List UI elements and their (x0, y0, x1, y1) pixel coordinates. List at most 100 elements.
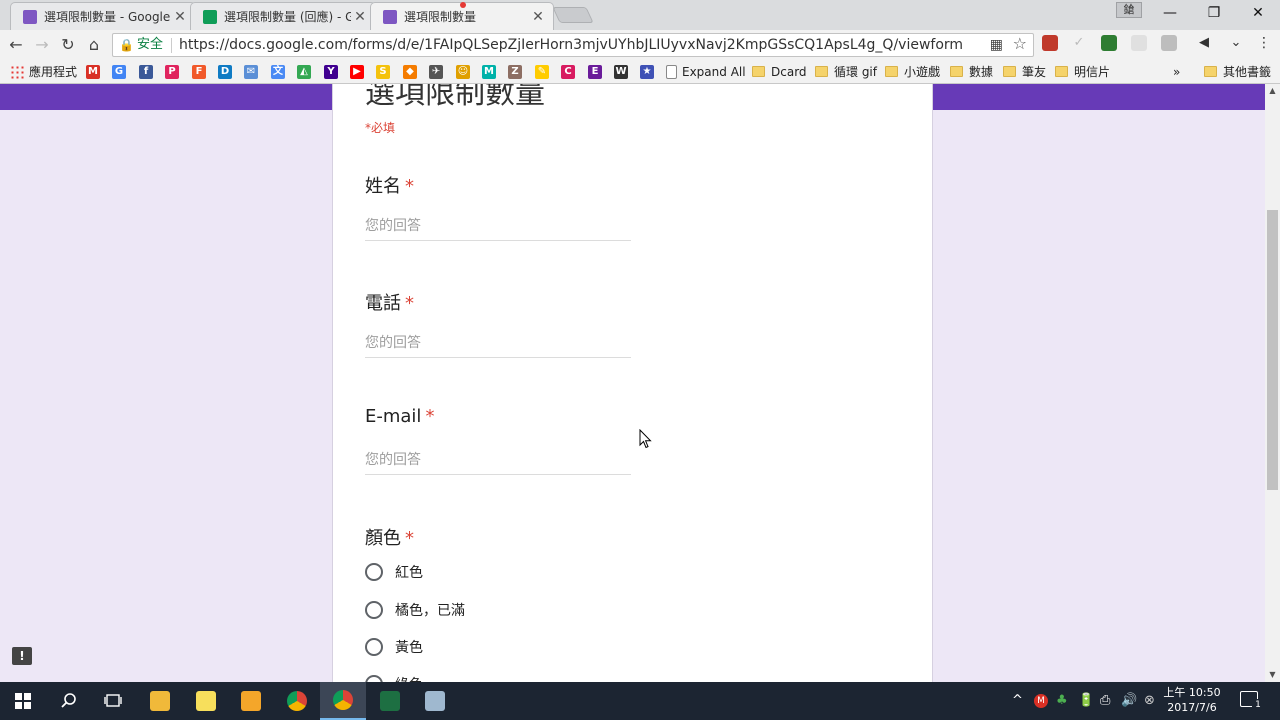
tab-forms-editor[interactable]: 選項限制數量 - Google 表 ✕ (10, 2, 196, 30)
close-tab-icon[interactable]: ✕ (351, 9, 369, 25)
page-scrollbar[interactable]: ▲ ▼ (1265, 84, 1280, 682)
email-input[interactable]: 您的回答 (365, 449, 631, 475)
bookmark-folder-dcard[interactable]: Dcard (752, 63, 807, 80)
color-option-green[interactable]: 綠色 (365, 672, 423, 682)
bookmark-shortcut[interactable]: ▶ (350, 63, 369, 80)
blocked-icon[interactable]: ⊗ (1144, 693, 1155, 708)
new-tab-button[interactable] (552, 7, 594, 23)
bookmark-shortcut[interactable]: ◆ (403, 63, 422, 80)
bookmark-shortcut[interactable]: E (588, 63, 607, 80)
taskbar-excel[interactable] (367, 682, 413, 720)
bookmark-expand-all[interactable]: Expand All (666, 63, 746, 80)
bookmark-shortcut[interactable]: C (561, 63, 580, 80)
bookmark-folder-data[interactable]: 數據 (950, 63, 993, 80)
bookmark-folder-penpals[interactable]: 筆友 (1003, 63, 1046, 80)
radio-button[interactable] (365, 563, 383, 581)
bookmark-shortcut[interactable]: Z (508, 63, 527, 80)
battery-icon[interactable]: 🔋 (1078, 693, 1094, 708)
bookmark-star-icon[interactable]: ☆ (1013, 33, 1027, 55)
close-window-button[interactable]: ✕ (1236, 0, 1280, 28)
bookmark-shortcut[interactable]: Y (324, 63, 343, 80)
scrollbar-thumb[interactable] (1267, 210, 1278, 490)
bookmarks-overflow-button[interactable]: » (1173, 63, 1180, 80)
evernote-extension-icon[interactable] (1101, 35, 1117, 51)
speaker-extension-icon[interactable]: ◀ (1196, 35, 1212, 51)
bookmark-shortcut[interactable]: f (139, 63, 158, 80)
menu-icon[interactable]: ⋮ (1256, 35, 1272, 51)
phone-input[interactable]: 您的回答 (365, 332, 631, 358)
bookmark-shortcut[interactable]: F (192, 63, 211, 80)
taskbar-sticky-notes[interactable] (183, 682, 229, 720)
taskbar-chrome-active[interactable] (320, 682, 366, 720)
bookmark-shortcut[interactable]: ☺ (456, 63, 475, 80)
bookmark-shortcut[interactable]: S (376, 63, 395, 80)
task-view-button[interactable] (90, 682, 136, 720)
scroll-down-arrow-icon[interactable]: ▼ (1265, 668, 1280, 682)
forward-button[interactable]: → (31, 34, 53, 56)
apps-shortcut[interactable]: 應用程式 (10, 63, 77, 80)
report-abuse-icon[interactable]: ! (12, 647, 32, 665)
taskbar-media-player[interactable] (228, 682, 274, 720)
bookmark-folder-postcards[interactable]: 明信片 (1055, 63, 1110, 80)
google-sheets-icon (203, 9, 217, 24)
reload-button[interactable]: ↻ (57, 34, 79, 56)
system-clock[interactable]: 上午 10:50 2017/7/6 (1160, 685, 1224, 715)
grid-extension-icon[interactable] (1161, 35, 1177, 51)
bookmark-shortcut[interactable]: ✉ (244, 63, 263, 80)
show-hidden-icons-icon[interactable]: ^ (1012, 693, 1023, 708)
home-button[interactable]: ⌂ (83, 34, 105, 56)
profile-button[interactable]: 鎗 (1116, 2, 1142, 18)
url-text[interactable]: https://docs.google.com/forms/d/e/1FAIpQ… (179, 34, 963, 56)
network-icon[interactable]: ⎙ (1100, 693, 1110, 708)
minimize-button[interactable]: — (1148, 0, 1192, 28)
tab-form-view[interactable]: 選項限制數量 ✕ (370, 2, 554, 30)
volume-icon[interactable]: 🔊 (1121, 693, 1137, 708)
bookmark-shortcut[interactable]: ✎ (535, 63, 554, 80)
divider (171, 38, 172, 53)
search-button[interactable] (46, 682, 92, 720)
color-option-orange[interactable]: 橘色，已滿 (365, 598, 465, 622)
address-bar[interactable]: 🔒 安全 https://docs.google.com/forms/d/e/1… (112, 33, 1034, 57)
tab-responses-sheet[interactable]: 選項限制數量 (回應) - Go ✕ (190, 2, 376, 30)
radio-button[interactable] (365, 601, 383, 619)
bookmark-shortcut[interactable]: W (614, 63, 633, 80)
color-option-yellow[interactable]: 黃色 (365, 635, 423, 659)
bookmark-shortcut[interactable]: ◭ (297, 63, 316, 80)
bookmark-shortcut[interactable]: M (86, 63, 105, 80)
bookmark-shortcut[interactable]: ✈ (429, 63, 448, 80)
color-option-red[interactable]: 紅色 (365, 560, 423, 584)
bookmark-shortcut[interactable]: D (218, 63, 237, 80)
reader-extension-icon[interactable] (1131, 35, 1147, 51)
restore-button[interactable]: ❐ (1192, 0, 1236, 28)
bookmark-folder-gif[interactable]: 循環 gif (815, 63, 877, 80)
bookmark-shortcut[interactable]: G (112, 63, 131, 80)
taskbar-remote-desktop[interactable] (412, 682, 458, 720)
bookmark-shortcut[interactable]: ★ (640, 63, 659, 80)
lock-icon[interactable]: 🔒 (119, 34, 134, 56)
security-label[interactable]: 安全 (137, 34, 163, 56)
radio-button[interactable] (365, 638, 383, 656)
bookmark-folder-games[interactable]: 小遊戲 (885, 63, 940, 80)
bookmark-other[interactable]: 其他書籤 (1204, 63, 1271, 80)
close-tab-icon[interactable]: ✕ (171, 9, 189, 25)
back-button[interactable]: ← (5, 34, 27, 56)
bookmark-shortcut[interactable]: P (165, 63, 184, 80)
pdf-extension-icon[interactable] (1042, 35, 1058, 51)
bookmark-shortcut[interactable]: M (482, 63, 501, 80)
taskbar-chrome[interactable] (274, 682, 320, 720)
taskbar-file-explorer[interactable] (137, 682, 183, 720)
scroll-up-arrow-icon[interactable]: ▲ (1265, 84, 1280, 98)
check-extension-icon[interactable]: ✓ (1071, 35, 1087, 51)
bookmark-shortcut[interactable]: 文 (271, 63, 290, 80)
question-phone-title: 電話 * (365, 289, 414, 315)
qr-code-icon[interactable]: ▦ (990, 34, 1003, 56)
start-button[interactable] (0, 682, 46, 720)
question-color-title: 顏色 * (365, 524, 414, 550)
close-tab-icon[interactable]: ✕ (529, 9, 547, 25)
gmail-notifier-icon[interactable]: M (1034, 694, 1048, 708)
app-tray-icon[interactable]: ♣ (1056, 693, 1068, 708)
bookmark-site-icon: G (112, 64, 126, 79)
radio-button[interactable] (365, 675, 383, 682)
chevron-down-icon[interactable]: ⌄ (1228, 35, 1244, 51)
name-input[interactable]: 您的回答 (365, 215, 631, 241)
